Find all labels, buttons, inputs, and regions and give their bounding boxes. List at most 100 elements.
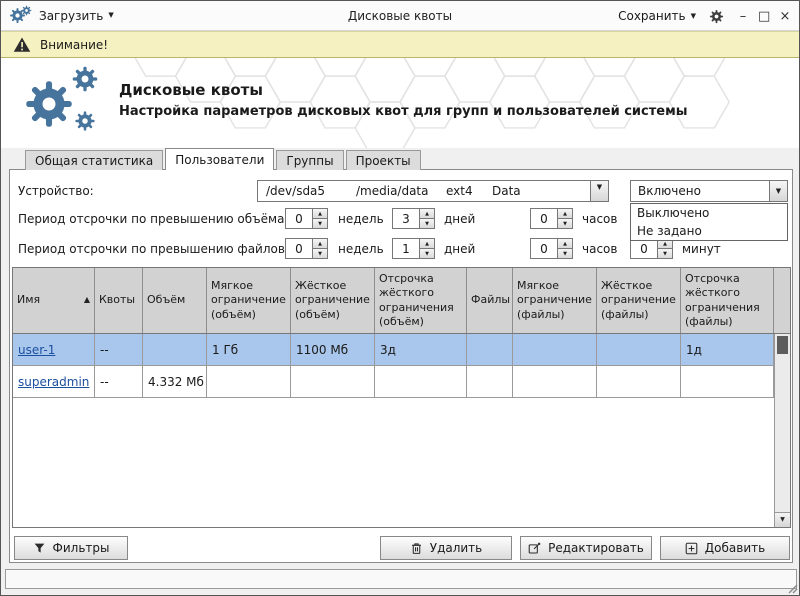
grace-volume-label: Период отсрочки по превышению объёма: [18, 212, 289, 226]
grace-volume-days-stepper[interactable]: 3 ▲▼ [392, 208, 435, 229]
spin-down-icon[interactable]: ▼ [313, 218, 327, 228]
status-dropdown-button[interactable]: ▼ [769, 181, 787, 201]
close-button[interactable]: × [779, 10, 791, 23]
spin-down-icon[interactable]: ▼ [313, 248, 327, 258]
column-header-hard-volume[interactable]: Жёсткое ограничение (объём) [291, 268, 375, 333]
column-header-files[interactable]: Файлы [467, 268, 513, 333]
warning-icon [13, 36, 31, 54]
spin-up-icon[interactable]: ▲ [558, 239, 572, 248]
spin-down-icon[interactable]: ▼ [558, 248, 572, 258]
column-header-name[interactable]: Имя ▲ [13, 268, 95, 333]
table-body: user-1 -- 1 Гб 1100 Мб 3д 1д superadmin … [13, 334, 774, 527]
minutes-unit-label: минут [682, 242, 721, 256]
minutes-stepper[interactable]: 0 ▲▼ [630, 238, 673, 259]
column-header-volume[interactable]: Объём [143, 268, 207, 333]
spin-up-icon[interactable]: ▲ [420, 209, 434, 218]
app-logo-gears-icon [17, 62, 113, 144]
app-gears-icon [9, 7, 32, 24]
grace-volume-hours-stepper[interactable]: 0 ▲▼ [530, 208, 573, 229]
filter-icon [33, 542, 46, 555]
minimize-button[interactable]: – [737, 10, 749, 23]
filters-button[interactable]: Фильтры [14, 536, 128, 560]
tab-users[interactable]: Пользователи [165, 148, 274, 170]
device-mount: /media/data [356, 184, 429, 198]
app-window: Загрузить ▼ Дисковые квоты Сохранить ▼ –… [0, 0, 800, 596]
column-header-hard-files[interactable]: Жёсткое ограничение (файлы) [597, 268, 681, 333]
device-dropdown-button[interactable]: ▼ [590, 181, 608, 201]
column-header-soft-files[interactable]: Мягкое ограничение (файлы) [513, 268, 597, 333]
grace-files-weeks-stepper[interactable]: 0 ▲▼ [285, 238, 328, 259]
days-unit-label: дней [444, 242, 475, 256]
chevron-down-icon: ▼ [108, 12, 113, 19]
tab-general-stats[interactable]: Общая статистика [25, 150, 163, 170]
scrollbar-thumb[interactable] [777, 336, 788, 354]
column-header-grace-volume[interactable]: Отсрочка жёсткого ограничения (объём) [375, 268, 467, 333]
sort-asc-icon: ▲ [80, 295, 90, 305]
status-option-disabled[interactable]: Выключено [631, 204, 787, 222]
days-unit-label: дней [444, 212, 475, 226]
edit-icon [528, 542, 541, 555]
device-label: Устройство: [18, 184, 94, 198]
status-option-unset[interactable]: Не задано [631, 222, 787, 240]
grace-volume-weeks-stepper[interactable]: 0 ▲▼ [285, 208, 328, 229]
titlebar: Загрузить ▼ Дисковые квоты Сохранить ▼ –… [1, 1, 799, 31]
table-row[interactable]: user-1 -- 1 Гб 1100 Мб 3д 1д [13, 334, 774, 366]
user-link[interactable]: superadmin [18, 375, 89, 389]
warning-banner: Внимание! [1, 31, 799, 58]
grace-files-days-stepper[interactable]: 1 ▲▼ [392, 238, 435, 259]
load-menu-label: Загрузить [39, 9, 103, 23]
spin-up-icon[interactable]: ▲ [313, 209, 327, 218]
hexagon-pattern [1, 58, 799, 148]
save-menu-button[interactable]: Сохранить ▼ [618, 9, 696, 23]
status-bar [5, 569, 797, 589]
plus-icon [685, 542, 698, 555]
device-select[interactable]: /dev/sda5 /media/data ext4 Data ▼ [257, 180, 609, 202]
user-link[interactable]: user-1 [18, 343, 55, 357]
trash-icon [410, 542, 423, 555]
warning-text: Внимание! [40, 38, 108, 52]
column-header-soft-volume[interactable]: Мягкое ограничение (объём) [207, 268, 291, 333]
edit-button[interactable]: Редактировать [520, 536, 652, 560]
grace-files-label: Период отсрочки по превышению файлов: [18, 242, 289, 256]
spin-down-icon[interactable]: ▼ [658, 248, 672, 258]
table-row[interactable]: superadmin -- 4.332 Мб [13, 366, 774, 398]
column-header-grace-files[interactable]: Отсрочка жёсткого ограничения (файлы) [681, 268, 774, 333]
chevron-down-icon: ▼ [597, 184, 602, 191]
quota-table: Имя ▲ Квоты Объём Мягкое ограничение (об… [12, 267, 791, 528]
weeks-unit-label: недель [338, 242, 384, 256]
save-menu-label: Сохранить [618, 9, 686, 23]
delete-button[interactable]: Удалить [380, 536, 512, 560]
quota-status-value: Включено [638, 184, 701, 198]
column-header-filler [774, 268, 790, 333]
spin-up-icon[interactable]: ▲ [313, 239, 327, 248]
spin-down-icon[interactable]: ▼ [420, 218, 434, 228]
spin-down-icon[interactable]: ▼ [558, 218, 572, 228]
quota-status-select[interactable]: Включено ▼ [630, 180, 788, 202]
chevron-down-icon: ▼ [776, 188, 781, 195]
hours-unit-label: часов [582, 212, 617, 226]
vertical-scrollbar[interactable]: ▼ [774, 334, 790, 527]
tab-projects[interactable]: Проекты [346, 150, 421, 170]
tab-bar: Общая статистика Пользователи Группы Про… [25, 148, 423, 170]
app-header: Дисковые квоты Настройка параметров диск… [1, 58, 799, 148]
column-header-quotas[interactable]: Квоты [95, 268, 143, 333]
device-name: Data [492, 184, 521, 198]
table-header-row: Имя ▲ Квоты Объём Мягкое ограничение (об… [13, 268, 790, 334]
resize-grip[interactable] [786, 582, 798, 594]
spin-down-icon[interactable]: ▼ [420, 248, 434, 258]
spin-up-icon[interactable]: ▲ [420, 239, 434, 248]
settings-gear-icon[interactable] [709, 9, 724, 24]
content-panel: Устройство: /dev/sda5 /media/data ext4 D… [9, 169, 793, 563]
page-subtitle: Настройка параметров дисковых квот для г… [119, 104, 687, 119]
scroll-down-icon: ▼ [780, 517, 785, 523]
scrollbar-down-button[interactable]: ▼ [775, 512, 790, 527]
weeks-unit-label: недель [338, 212, 384, 226]
tab-groups[interactable]: Группы [276, 150, 343, 170]
grace-files-hours-stepper[interactable]: 0 ▲▼ [530, 238, 573, 259]
load-menu-button[interactable]: Загрузить ▼ [39, 9, 114, 23]
page-title: Дисковые квоты [119, 81, 263, 99]
spin-up-icon[interactable]: ▲ [558, 209, 572, 218]
add-button[interactable]: Добавить [660, 536, 790, 560]
maximize-button[interactable]: □ [758, 10, 770, 23]
device-path: /dev/sda5 [266, 184, 325, 198]
